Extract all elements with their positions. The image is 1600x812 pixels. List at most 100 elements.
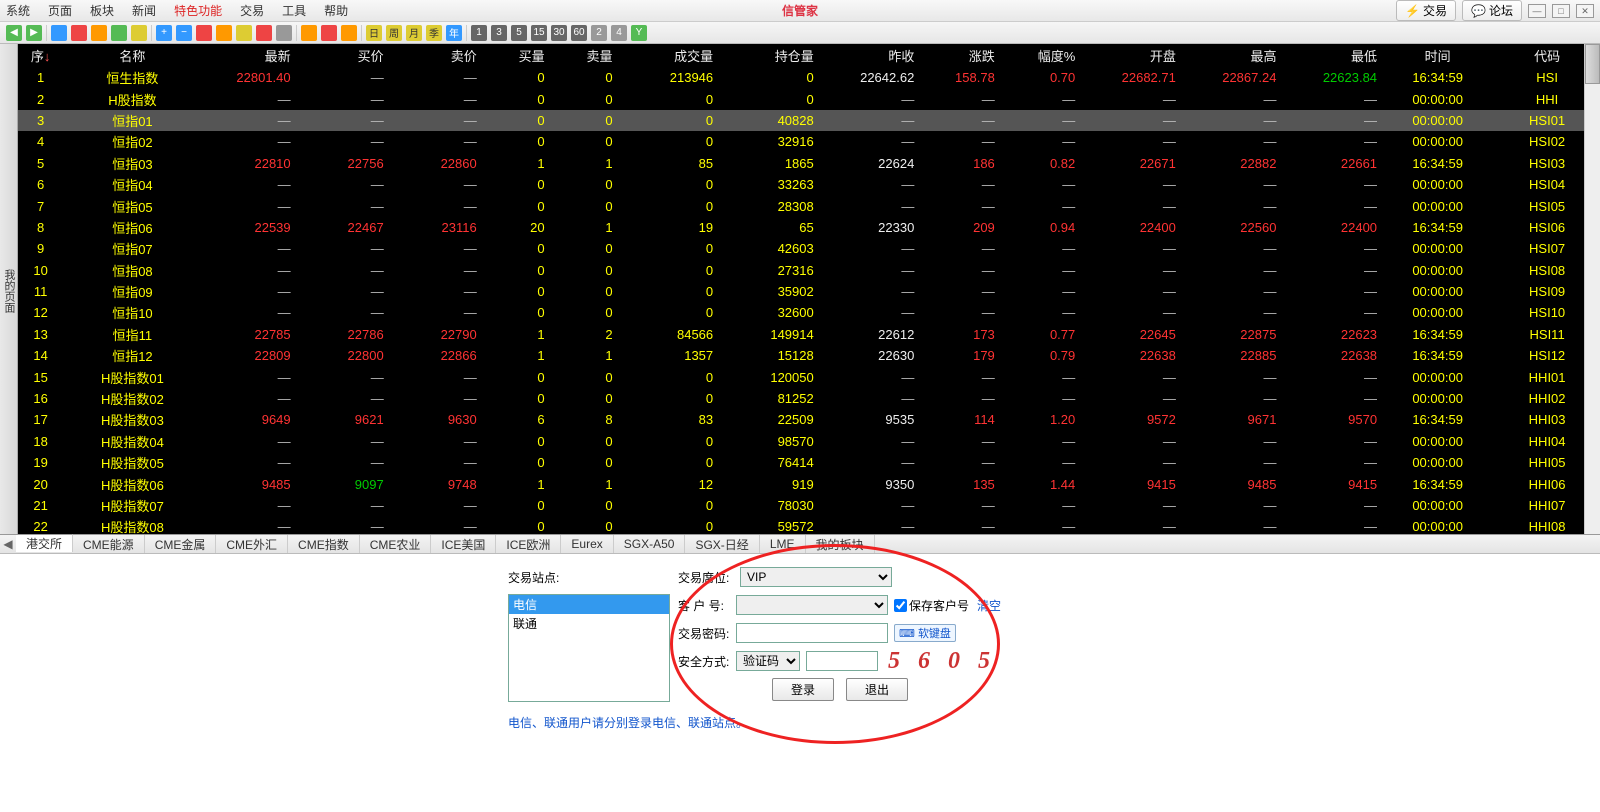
menu-7[interactable]: 帮助 bbox=[324, 2, 348, 19]
calendar-icon[interactable] bbox=[301, 25, 317, 41]
day-icon[interactable]: 日 bbox=[366, 25, 382, 41]
table-row[interactable]: 13恒指112278522786227901284566149914226121… bbox=[18, 324, 1600, 345]
tab-4[interactable]: CME指数 bbox=[288, 535, 360, 553]
menu-4[interactable]: 特色功能 bbox=[174, 2, 222, 19]
captcha-input[interactable] bbox=[806, 651, 878, 671]
save-checkbox[interactable] bbox=[894, 599, 907, 612]
tab-3[interactable]: CME外汇 bbox=[216, 535, 288, 553]
col-7[interactable]: 成交量 bbox=[617, 44, 718, 67]
table-row[interactable]: 19H股指数05———00076414——————00:00:00HHI05 bbox=[18, 452, 1600, 473]
tab-10[interactable]: SGX-日经 bbox=[685, 535, 759, 553]
30m-icon[interactable]: 30 bbox=[551, 25, 567, 41]
table-row[interactable]: 11恒指09———00035902——————00:00:00HSI09 bbox=[18, 281, 1600, 302]
login-button[interactable]: 登录 bbox=[772, 678, 834, 701]
password-input[interactable] bbox=[736, 623, 888, 643]
table-row[interactable]: 20H股指数06948590979748111291993501351.4494… bbox=[18, 473, 1600, 494]
vertical-scrollbar[interactable] bbox=[1584, 44, 1600, 534]
tab-prev-icon[interactable]: ◀ bbox=[0, 537, 16, 551]
col-2[interactable]: 最新 bbox=[202, 44, 295, 67]
col-9[interactable]: 昨收 bbox=[818, 44, 919, 67]
col-4[interactable]: 卖价 bbox=[388, 44, 481, 67]
table-row[interactable]: 2H股指数———0000——————00:00:00HHI bbox=[18, 88, 1600, 109]
col-13[interactable]: 最高 bbox=[1180, 44, 1281, 67]
tick-icon[interactable] bbox=[341, 25, 357, 41]
tab-2[interactable]: CME金属 bbox=[145, 535, 217, 553]
table-row[interactable]: 22H股指数08———00059572——————00:00:00HHI08 bbox=[18, 516, 1600, 534]
back-icon[interactable]: ◀ bbox=[6, 25, 22, 41]
tab-5[interactable]: CME农业 bbox=[360, 535, 432, 553]
col-11[interactable]: 幅度% bbox=[999, 44, 1079, 67]
nav4-icon[interactable] bbox=[111, 25, 127, 41]
2hr-icon[interactable]: 2 bbox=[591, 25, 607, 41]
site-list[interactable]: 电信联通 bbox=[508, 594, 670, 702]
nav5-icon[interactable] bbox=[131, 25, 147, 41]
4hr-icon[interactable]: 4 bbox=[611, 25, 627, 41]
flag-icon[interactable] bbox=[256, 25, 272, 41]
customer-input[interactable] bbox=[736, 595, 888, 615]
col-14[interactable]: 最低 bbox=[1280, 44, 1381, 67]
tab-1[interactable]: CME能源 bbox=[73, 535, 145, 553]
table-row[interactable]: 21H股指数07———00078030——————00:00:00HHI07 bbox=[18, 495, 1600, 516]
fwd-icon[interactable]: ▶ bbox=[26, 25, 42, 41]
table-row[interactable]: 8恒指062253922467231162011965223302090.942… bbox=[18, 217, 1600, 238]
zoomout-icon[interactable]: − bbox=[176, 25, 192, 41]
col-3[interactable]: 买价 bbox=[295, 44, 388, 67]
nav2-icon[interactable] bbox=[71, 25, 87, 41]
exit-button[interactable]: 退出 bbox=[846, 678, 908, 701]
menu-2[interactable]: 板块 bbox=[90, 2, 114, 19]
nav1-icon[interactable] bbox=[51, 25, 67, 41]
col-0[interactable]: 序↓ bbox=[18, 44, 63, 67]
table-row[interactable]: 15H股指数01———000120050——————00:00:00HHI01 bbox=[18, 366, 1600, 387]
1m-icon[interactable]: 1 bbox=[471, 25, 487, 41]
col-15[interactable]: 时间 bbox=[1381, 44, 1494, 67]
trade-button[interactable]: ⚡交易 bbox=[1396, 0, 1456, 21]
quarter-icon[interactable]: 季 bbox=[426, 25, 442, 41]
minimize-icon[interactable]: — bbox=[1528, 4, 1546, 18]
tab-11[interactable]: LME bbox=[760, 535, 806, 553]
tab-7[interactable]: ICE欧洲 bbox=[496, 535, 561, 553]
bell-icon[interactable] bbox=[236, 25, 252, 41]
menu-3[interactable]: 新闻 bbox=[132, 2, 156, 19]
15m-icon[interactable]: 15 bbox=[531, 25, 547, 41]
maximize-icon[interactable]: □ bbox=[1552, 4, 1570, 18]
sidebar-item-0[interactable]: 我的页面 bbox=[1, 269, 17, 313]
y-icon[interactable]: Y bbox=[631, 25, 647, 41]
table-row[interactable]: 18H股指数04———00098570——————00:00:00HHI04 bbox=[18, 431, 1600, 452]
table-row[interactable]: 5恒指0322810227562286011851865226241860.82… bbox=[18, 153, 1600, 174]
week-icon[interactable]: 周 bbox=[386, 25, 402, 41]
table-row[interactable]: 14恒指122280922800228661113571512822630179… bbox=[18, 345, 1600, 366]
lock-icon[interactable] bbox=[276, 25, 292, 41]
menu-0[interactable]: 系统 bbox=[6, 2, 30, 19]
nav3-icon[interactable] bbox=[91, 25, 107, 41]
col-10[interactable]: 涨跌 bbox=[918, 44, 998, 67]
tab-9[interactable]: SGX-A50 bbox=[614, 535, 686, 553]
menu-6[interactable]: 工具 bbox=[282, 2, 306, 19]
table-row[interactable]: 6恒指04———00033263——————00:00:00HSI04 bbox=[18, 174, 1600, 195]
table-row[interactable]: 4恒指02———00032916——————00:00:00HSI02 bbox=[18, 131, 1600, 152]
year-icon[interactable]: 年 bbox=[446, 25, 462, 41]
table-row[interactable]: 16H股指数02———00081252——————00:00:00HHI02 bbox=[18, 388, 1600, 409]
60m-icon[interactable]: 60 bbox=[571, 25, 587, 41]
menu-1[interactable]: 页面 bbox=[48, 2, 72, 19]
security-select[interactable]: 验证码 bbox=[736, 651, 800, 671]
menu-5[interactable]: 交易 bbox=[240, 2, 264, 19]
col-12[interactable]: 开盘 bbox=[1079, 44, 1180, 67]
col-8[interactable]: 持仓量 bbox=[717, 44, 818, 67]
zoomin-icon[interactable]: + bbox=[156, 25, 172, 41]
site-option-0[interactable]: 电信 bbox=[509, 595, 669, 614]
seat-select[interactable]: VIP bbox=[740, 567, 892, 587]
site-option-1[interactable]: 联通 bbox=[509, 614, 669, 633]
tab-12[interactable]: 我的板块 bbox=[806, 535, 875, 553]
table-row[interactable]: 3恒指01———00040828——————00:00:00HSI01 bbox=[18, 110, 1600, 131]
3m-icon[interactable]: 3 bbox=[491, 25, 507, 41]
mark-icon[interactable] bbox=[196, 25, 212, 41]
table-row[interactable]: 7恒指05———00028308——————00:00:00HSI05 bbox=[18, 195, 1600, 216]
tab-0[interactable]: 港交所 bbox=[16, 534, 73, 552]
5m-icon[interactable]: 5 bbox=[511, 25, 527, 41]
tab-6[interactable]: ICE美国 bbox=[431, 535, 496, 553]
col-5[interactable]: 买量 bbox=[481, 44, 549, 67]
clear-link[interactable]: 清空 bbox=[977, 597, 1001, 614]
table-row[interactable]: 9恒指07———00042603——————00:00:00HSI07 bbox=[18, 238, 1600, 259]
chart-icon[interactable] bbox=[321, 25, 337, 41]
forum-button[interactable]: 💬论坛 bbox=[1462, 0, 1522, 21]
